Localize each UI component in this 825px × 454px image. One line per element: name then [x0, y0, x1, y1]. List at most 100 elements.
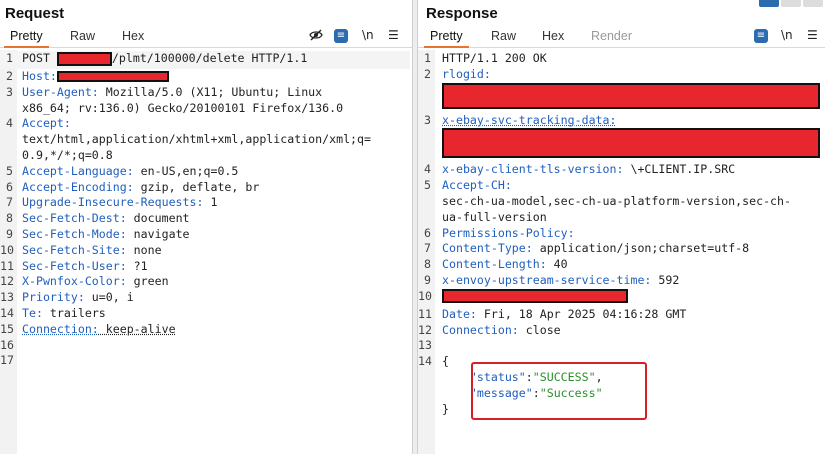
redaction-block	[56, 71, 169, 82]
line-number: 12	[418, 322, 432, 337]
code-text: {	[442, 354, 449, 369]
code-line: x86_64; rv:136.0) Gecko/20100101 Firefox…	[0, 101, 410, 117]
tab-pretty[interactable]: Pretty	[4, 29, 49, 48]
code-text: trailers	[42, 305, 106, 320]
line-number: 2	[424, 66, 431, 81]
code-text: navigate	[126, 226, 190, 241]
menu-icon[interactable]: ☰	[388, 28, 399, 42]
line-content	[442, 289, 628, 305]
code-text: Mozilla/5.0 (X11; Ubuntu; Linux	[98, 84, 323, 99]
code-line: 16	[0, 338, 410, 354]
header-name: Sec-Fetch-Dest:	[22, 211, 127, 226]
line-number: 14	[418, 354, 432, 369]
code-text: /plmt/100000/delete HTTP/1.1	[111, 51, 308, 65]
header-name: Priority:	[22, 290, 85, 305]
code-line: 9 x-envoy-upstream-service-time: 592	[418, 273, 823, 289]
newline-icon[interactable]: \n	[362, 28, 374, 42]
code-line: 11 Sec-Fetch-User: ?1	[0, 259, 410, 275]
line-content: Accept-Encoding: gzip, deflate, br	[22, 180, 259, 196]
line-content: text/html,application/xhtml+xml,applicat…	[22, 132, 371, 148]
eye-slash-icon[interactable]	[309, 28, 323, 45]
line-content: x-ebay-svc-tracking-data:	[442, 113, 617, 129]
code-line	[418, 128, 823, 162]
line-content: x-ebay-client-tls-version: \+CLIENT.IP.S…	[442, 162, 735, 178]
line-content: x86_64; rv:136.0) Gecko/20100101 Firefox…	[22, 101, 343, 117]
line-content: HTTP/1.1 200 OK	[442, 51, 547, 67]
code-text: en-US,en;q=0.5	[133, 163, 239, 178]
wrap-icon[interactable]: ≡	[754, 29, 768, 43]
code-line: sec-ch-ua-model,sec-ch-ua-platform-versi…	[418, 194, 823, 210]
code-line: 3 x-ebay-svc-tracking-data:	[418, 113, 823, 129]
code-line: 1 HTTP/1.1 200 OK	[418, 51, 823, 67]
code-text: ?1	[126, 258, 148, 273]
code-text: \+CLIENT.IP.SRC	[623, 162, 736, 177]
request-editor[interactable]: 1 POST /plmt/100000/delete HTTP/1.1 2 Host:…	[0, 51, 410, 369]
code-line: 13	[418, 338, 823, 354]
line-number: 11	[0, 258, 14, 273]
code-line: 12 X-Pwnfox-Color: green	[0, 274, 410, 290]
header-name: X-Pwnfox-Color:	[22, 274, 127, 289]
line-content: 0.9,*/*;q=0.8	[22, 148, 113, 164]
tab-pretty[interactable]: Pretty	[424, 29, 469, 48]
line-number: 6	[6, 179, 13, 194]
code-line: 10	[418, 289, 823, 307]
tab-raw[interactable]: Raw	[491, 29, 516, 43]
wrap-icon[interactable]: ≡	[334, 29, 348, 43]
header-name: Content-Length:	[442, 257, 547, 272]
request-tabs: Pretty Raw Hex ≡ \n ☰	[0, 27, 412, 48]
code-line: 0.9,*/*;q=0.8	[0, 148, 410, 164]
line-content: Content-Type: application/json;charset=u…	[442, 241, 749, 257]
line-number: 14	[0, 305, 14, 320]
code-text: sec-ch-ua-model,sec-ch-ua-platform-versi…	[442, 193, 792, 208]
line-content: sec-ch-ua-model,sec-ch-ua-platform-versi…	[442, 194, 791, 210]
line-number: 9	[6, 226, 13, 241]
menu-icon[interactable]: ☰	[807, 28, 818, 42]
line-number: 8	[6, 211, 13, 226]
newline-icon[interactable]: \n	[781, 28, 793, 42]
code-text: close	[518, 322, 561, 337]
code-line: 4 Accept:	[0, 116, 410, 132]
code-line: 7 Upgrade-Insecure-Requests: 1	[0, 195, 410, 211]
tab-hex[interactable]: Hex	[122, 29, 144, 43]
line-content: POST /plmt/100000/delete HTTP/1.1	[22, 51, 307, 67]
code-line: 2 rlogid:	[418, 67, 823, 83]
line-content: Connection: keep-alive	[22, 322, 176, 338]
code-line: 17	[0, 353, 410, 369]
code-line: text/html,application/xhtml+xml,applicat…	[0, 132, 410, 148]
line-number: 10	[418, 288, 432, 303]
header-name: x-ebay-client-tls-version:	[442, 162, 624, 177]
code-line: 8 Sec-Fetch-Dest: document	[0, 211, 410, 227]
line-number: 5	[424, 178, 431, 193]
code-text: application/json;charset=utf-8	[532, 241, 750, 256]
line-number: 4	[424, 162, 431, 177]
header-name: Te:	[22, 305, 43, 320]
code-text: 40	[546, 257, 568, 272]
line-content: ua-full-version	[442, 210, 547, 226]
header-name: Sec-Fetch-Mode:	[22, 226, 127, 241]
line-number: 17	[0, 353, 14, 368]
code-text: gzip, deflate, br	[133, 179, 260, 194]
tab-raw[interactable]: Raw	[70, 29, 95, 43]
code-line: 6 Permissions-Policy:	[418, 226, 823, 242]
line-number: 1	[6, 51, 13, 65]
header-name: Host:	[22, 69, 57, 83]
response-title: Response	[426, 5, 498, 22]
tab-hex[interactable]: Hex	[542, 29, 564, 43]
code-text: ua-full-version	[442, 209, 547, 224]
header-name: Content-Type:	[442, 241, 533, 256]
header-name: Permissions-Policy:	[442, 225, 575, 240]
response-pane: Response Pretty Raw Hex Render ≡ \n ☰ 1H…	[418, 0, 825, 454]
request-pane: Request Pretty Raw Hex ≡ \n ☰ 1 POST /plm…	[0, 0, 412, 454]
line-content	[442, 128, 820, 159]
code-text: POST	[22, 51, 57, 65]
tab-render[interactable]: Render	[591, 29, 632, 43]
line-content: Connection: close	[442, 323, 561, 339]
line-number: 3	[6, 84, 13, 99]
line-content: Content-Length: 40	[442, 257, 568, 273]
code-line: 4 x-ebay-client-tls-version: \+CLIENT.IP.…	[418, 162, 823, 178]
code-line: 8 Content-Length: 40	[418, 257, 823, 273]
header-name: x-ebay-svc-tracking-data:	[442, 112, 617, 127]
code-line: 10 Sec-Fetch-Site: none	[0, 243, 410, 259]
line-content: Upgrade-Insecure-Requests: 1	[22, 195, 217, 211]
